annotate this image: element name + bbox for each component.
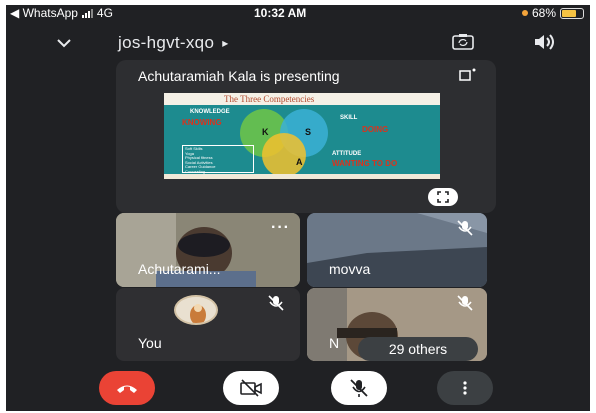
camera-switch-icon[interactable] [452, 33, 474, 51]
slide-doing: DOING [362, 125, 389, 134]
mic-off-icon [268, 295, 284, 311]
more-options-button[interactable] [437, 371, 493, 405]
camera-toggle-button[interactable] [223, 371, 279, 405]
participant-tile[interactable]: movva [307, 213, 487, 287]
back-to-whatsapp[interactable]: ◀ WhatsApp [10, 6, 78, 20]
network-type: 4G [96, 6, 113, 20]
slide-k: K [262, 127, 269, 137]
fullscreen-icon [437, 191, 449, 203]
slide-list-box: Soft Skills Yoga Physical fitness Social… [182, 145, 254, 173]
more-vertical-icon [463, 381, 467, 395]
participant-tile-self[interactable]: You [116, 288, 300, 361]
participant-name: movva [329, 261, 371, 277]
meet-screen: ◀ WhatsApp 4G 10:32 AM 68% jos-hgvt-xqo … [6, 5, 590, 411]
participant-name: N [329, 335, 340, 351]
meeting-code[interactable]: jos-hgvt-xqo ▸ [118, 33, 229, 53]
meeting-code-text: jos-hgvt-xqo [118, 33, 215, 52]
fullscreen-button[interactable] [428, 188, 458, 206]
presenter-label: Achutaramiah Kala is presenting [138, 68, 340, 84]
chevron-down-icon[interactable] [56, 35, 72, 51]
status-bar: ◀ WhatsApp 4G 10:32 AM 68% [6, 5, 590, 21]
mic-off-icon [457, 220, 473, 236]
participant-name: You [138, 335, 162, 351]
end-call-icon [117, 385, 137, 393]
mic-toggle-button[interactable] [331, 371, 387, 405]
shared-slide: The Three Competencies KNOWLEDGE SKILL K… [164, 93, 440, 179]
others-count-badge[interactable]: 29 others [358, 337, 478, 361]
end-call-button[interactable] [99, 371, 155, 405]
slide-a: A [296, 157, 303, 167]
slide-s: S [305, 127, 312, 137]
more-options-icon[interactable]: ··· [271, 219, 290, 237]
participant-name: Achutarami... [138, 261, 221, 277]
chevron-right-icon: ▸ [222, 36, 229, 50]
avatar [174, 295, 218, 325]
mic-off-icon [457, 295, 473, 311]
presentation-tile[interactable]: Achutaramiah Kala is presenting The Thre… [116, 60, 496, 213]
participant-tile[interactable]: ··· Achutarami... [116, 213, 300, 287]
status-time: 10:32 AM [254, 6, 307, 20]
slide-attitude: ATTITUDE [332, 151, 362, 157]
avatar-image [176, 297, 216, 323]
pin-icon[interactable] [458, 68, 478, 84]
battery-percent: 68% [531, 6, 556, 20]
call-controls [6, 365, 590, 411]
meeting-top-bar: jos-hgvt-xqo ▸ [6, 25, 590, 61]
speaker-icon[interactable] [532, 33, 558, 51]
mic-off-icon [350, 379, 368, 397]
slide-knowledge: KNOWLEDGE [190, 109, 230, 115]
slide-wanting: WANTING TO DO [332, 159, 398, 168]
slide-skill: SKILL [340, 115, 358, 121]
camera-off-icon [240, 379, 262, 397]
recording-dot-icon [521, 10, 528, 16]
slide-knowing: KNOWING [182, 118, 222, 127]
slide-footer [164, 174, 440, 179]
battery-icon [560, 7, 584, 19]
signal-icon [81, 8, 93, 18]
